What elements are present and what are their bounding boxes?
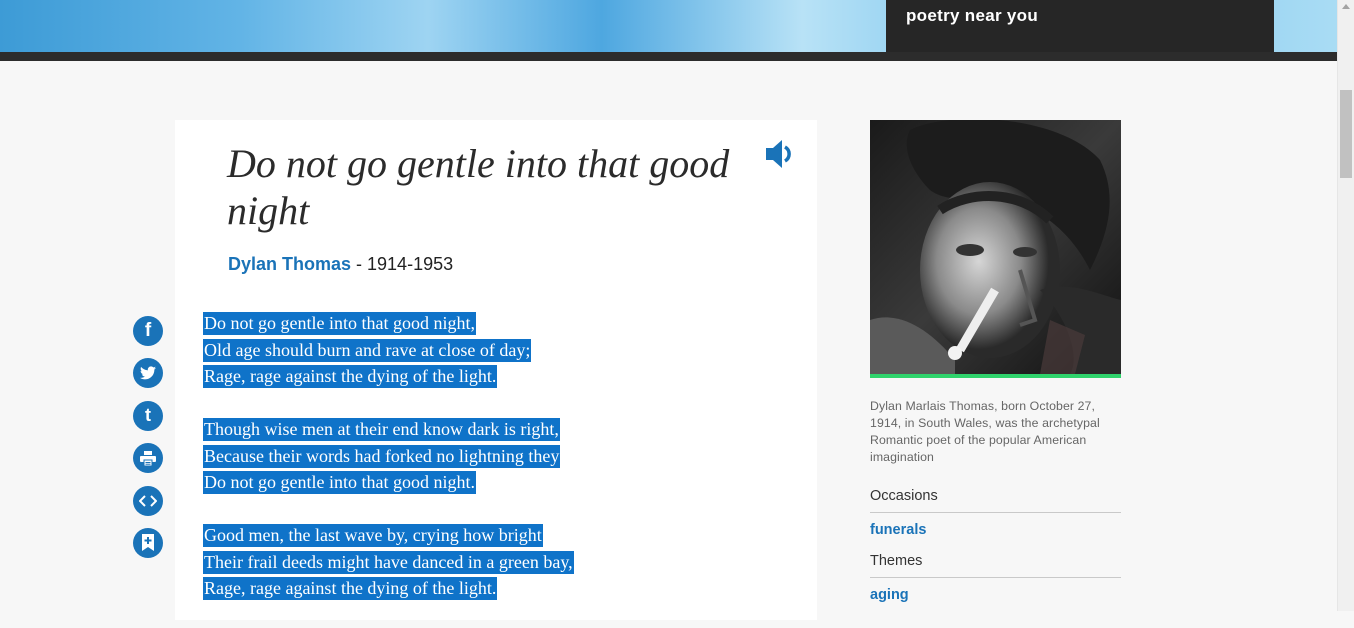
print-button[interactable] — [133, 443, 163, 474]
occasion-link-funerals[interactable]: funerals — [870, 522, 926, 538]
poem-byline: Dylan Thomas - 1914-1953 — [228, 254, 453, 275]
portrait-accent-bar — [870, 374, 1121, 378]
poem-line: Though wise men at their end know dark i… — [203, 418, 560, 441]
poem-stanza: Good men, the last wave by, crying how b… — [203, 522, 723, 602]
share-toolbar: f t — [133, 316, 163, 570]
tumblr-share-button[interactable]: t — [133, 400, 163, 431]
portrait-image — [870, 120, 1121, 374]
poem-line: Rage, rage against the dying of the ligh… — [203, 577, 498, 600]
audio-play-button[interactable] — [764, 137, 798, 171]
poem-line: Because their words had forked no lightn… — [203, 444, 561, 468]
author-bio-caption: Dylan Marlais Thomas, born October 27, 1… — [870, 399, 1100, 464]
poetry-near-you-link[interactable]: poetry near you — [886, 0, 1274, 52]
bookmark-add-icon — [142, 534, 154, 552]
themes-heading: Themes — [870, 553, 923, 569]
poem-stanza: Though wise men at their end know dark i… — [203, 416, 723, 496]
author-portrait[interactable] — [870, 120, 1121, 374]
speaker-icon — [766, 140, 791, 168]
header-bar — [0, 52, 1337, 61]
poem-title: Do not go gentle into that good night — [227, 141, 730, 233]
facebook-share-button[interactable]: f — [133, 316, 163, 346]
twitter-share-button[interactable] — [133, 358, 163, 389]
tumblr-icon: t — [145, 405, 151, 426]
divider — [870, 512, 1121, 513]
vertical-scrollbar[interactable] — [1337, 0, 1354, 611]
author-link[interactable]: Dylan Thomas — [228, 254, 351, 274]
poem-line: Do not go gentle into that good night, — [203, 312, 476, 335]
poem-body[interactable]: Do not go gentle into that good night, O… — [203, 310, 723, 628]
poem-stanza: Do not go gentle into that good night, O… — [203, 310, 723, 390]
save-bookmark-button[interactable] — [133, 527, 163, 558]
poem-line: Good men, the last wave by, crying how b… — [203, 524, 543, 547]
twitter-icon — [140, 366, 156, 380]
poem-line: Rage, rage against the dying of the ligh… — [203, 365, 498, 388]
author-dates: - 1914-1953 — [351, 254, 454, 274]
poem-line: Do not go gentle into that good night. — [203, 471, 476, 494]
code-embed-icon — [139, 494, 157, 507]
occasions-heading: Occasions — [870, 488, 938, 504]
facebook-icon: f — [144, 320, 152, 341]
print-icon — [140, 450, 156, 466]
scrollbar-thumb[interactable] — [1340, 90, 1352, 178]
scroll-up-arrow-icon[interactable] — [1342, 4, 1350, 9]
theme-link-aging[interactable]: aging — [870, 587, 909, 603]
poem-line: Old age should burn and rave at close of… — [203, 338, 532, 362]
poem-card: Do not go gentle into that good night Dy… — [175, 120, 817, 620]
poem-line: Their frail deeds might have danced in a… — [203, 550, 574, 574]
divider — [870, 577, 1121, 578]
embed-button[interactable] — [133, 485, 163, 516]
